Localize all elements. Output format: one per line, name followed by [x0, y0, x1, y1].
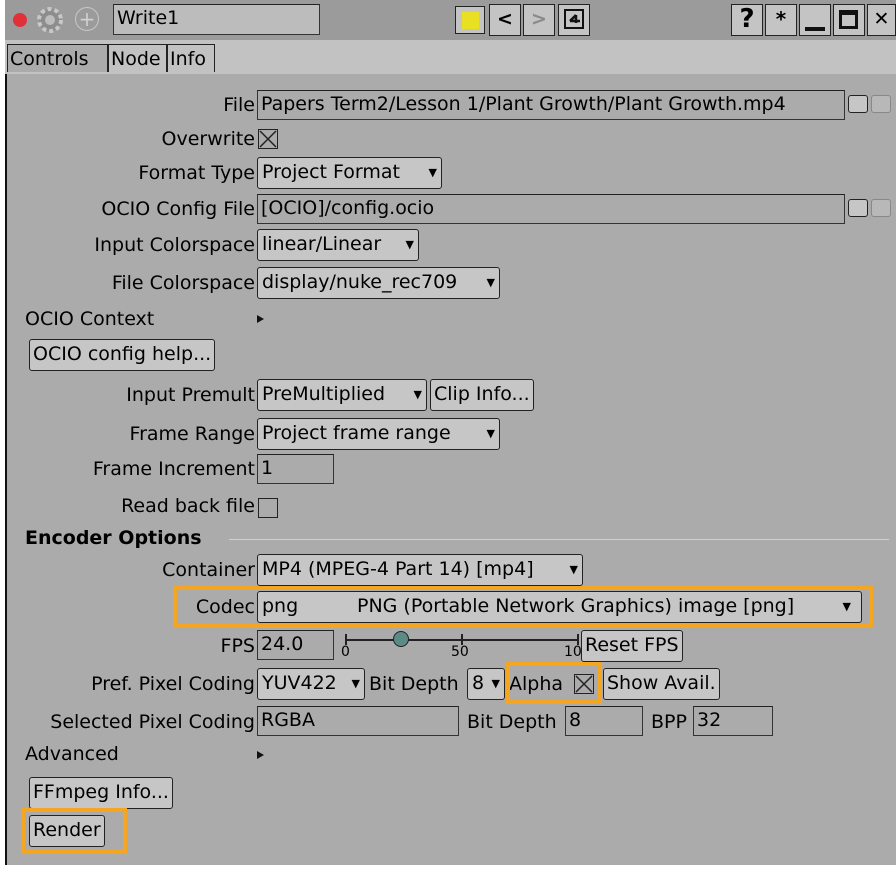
node-name-field[interactable]: Write1	[113, 4, 320, 35]
slider-thumb[interactable]	[392, 631, 409, 647]
format-type-dropdown[interactable]: Project Format ▼	[257, 157, 442, 189]
overwrite-checkbox[interactable]	[258, 129, 278, 149]
expand-arrow-icon[interactable]	[257, 315, 264, 323]
ocio-context-label: OCIO Context	[25, 308, 155, 330]
tab-controls[interactable]: Controls	[7, 44, 108, 72]
close-dot-icon[interactable]	[13, 13, 27, 27]
pref-pixel-coding-dropdown[interactable]: YUV422 ▼	[257, 668, 365, 700]
pref-pixel-coding-label: Pref. Pixel Coding	[91, 673, 255, 695]
read-back-checkbox[interactable]	[258, 498, 278, 518]
node-color-swatch[interactable]	[455, 6, 485, 34]
reset-fps-button[interactable]: Reset FPS	[581, 630, 683, 662]
input-premult-label: Input Premult	[126, 384, 255, 406]
redo-arrow-icon[interactable]: >	[523, 4, 555, 36]
selected-pixel-coding-label: Selected Pixel Coding	[50, 711, 255, 733]
revert-icon[interactable]	[558, 4, 590, 36]
frame-range-dropdown[interactable]: Project frame range ▼	[257, 418, 500, 450]
overwrite-label: Overwrite	[161, 128, 255, 150]
dropdown-arrow-icon: ▼	[351, 677, 360, 690]
tab-bar: Controls Node Info	[5, 40, 896, 74]
file-colorspace-label: File Colorspace	[111, 272, 255, 294]
node-properties-window: + Write1 < > ? * ✕ Controls Node Info Fi…	[5, 0, 896, 865]
format-type-label: Format Type	[138, 162, 255, 184]
show-avail-button[interactable]: Show Avail.	[603, 668, 720, 700]
dropdown-arrow-icon: ▼	[569, 563, 578, 576]
title-bar: + Write1 < > ? * ✕	[5, 0, 896, 40]
read-back-label: Read back file	[121, 495, 255, 517]
dropdown-arrow-icon: ▼	[486, 427, 495, 440]
expand-arrow-icon[interactable]	[257, 751, 264, 759]
fps-slider[interactable]: 0 50 100	[341, 630, 591, 664]
dropdown-arrow-icon: ▼	[491, 677, 500, 690]
encoder-options-heading: Encoder Options	[25, 527, 202, 549]
fps-label: FPS	[220, 635, 255, 657]
ffmpeg-info-button[interactable]: FFmpeg Info...	[29, 777, 173, 809]
dropdown-arrow-icon: ▼	[428, 166, 437, 179]
selected-bit-depth-value: 8	[565, 706, 643, 736]
bit-depth-label: Bit Depth	[369, 673, 459, 695]
bit-depth-dropdown[interactable]: 8 ▼	[467, 668, 505, 700]
frame-increment-label: Frame Increment	[92, 458, 255, 480]
file-label: File	[223, 94, 255, 116]
slider-tick-0: 0	[341, 644, 350, 660]
selected-bit-depth-label: Bit Depth	[467, 711, 557, 733]
container-dropdown[interactable]: MP4 (MPEG-4 Part 14) [mp4] ▼	[257, 554, 583, 586]
slider-tick-50: 50	[451, 644, 469, 660]
dropdown-arrow-icon: ▼	[486, 276, 495, 289]
reload-icon[interactable]	[871, 199, 891, 217]
input-premult-dropdown[interactable]: PreMultiplied ▼	[257, 379, 427, 411]
folder-browse-icon[interactable]	[848, 95, 868, 113]
file-path-input[interactable]: Papers Term2/Lesson 1/Plant Growth/Plant…	[257, 90, 845, 120]
folder-browse-icon[interactable]	[848, 199, 868, 217]
yellow-swatch-icon	[462, 12, 479, 29]
frame-range-label: Frame Range	[129, 423, 255, 445]
close-panel-icon[interactable]: ✕	[867, 4, 896, 36]
bpp-label: BPP	[651, 711, 687, 733]
tab-node[interactable]: Node	[108, 44, 167, 72]
maximize-icon[interactable]	[833, 4, 865, 36]
ocio-config-label: OCIO Config File	[101, 198, 255, 220]
ocio-config-help-button[interactable]: OCIO config help...	[29, 339, 216, 371]
tab-info[interactable]: Info	[167, 44, 215, 72]
undo-arrow-icon[interactable]: <	[489, 4, 521, 36]
file-colorspace-dropdown[interactable]: display/nuke_rec709 ▼	[257, 267, 500, 299]
section-divider	[229, 539, 889, 540]
ocio-config-input[interactable]: [OCIO]/config.ocio	[257, 194, 845, 224]
dropdown-arrow-icon: ▼	[405, 238, 414, 251]
codec-highlight	[173, 586, 873, 628]
reload-icon[interactable]	[871, 95, 891, 113]
frame-increment-input[interactable]: 1	[257, 454, 334, 484]
fps-input[interactable]: 24.0	[257, 630, 334, 660]
advanced-label: Advanced	[25, 743, 119, 765]
render-highlight	[21, 808, 127, 854]
bpp-value: 32	[693, 706, 773, 736]
selected-pixel-coding-value: RGBA	[257, 706, 459, 736]
add-knob-icon[interactable]: +	[75, 7, 99, 31]
controls-panel: File Papers Term2/Lesson 1/Plant Growth/…	[5, 74, 896, 865]
alpha-highlight	[506, 662, 602, 704]
minimize-icon[interactable]	[799, 4, 831, 36]
input-colorspace-label: Input Colorspace	[94, 234, 255, 256]
clip-info-button[interactable]: Clip Info...	[430, 379, 534, 411]
float-panel-icon[interactable]: *	[765, 4, 797, 36]
container-label: Container	[162, 559, 255, 581]
input-colorspace-dropdown[interactable]: linear/Linear ▼	[257, 229, 419, 261]
dropdown-arrow-icon: ▼	[413, 388, 422, 401]
help-icon[interactable]: ?	[731, 4, 763, 36]
node-settings-gear-icon[interactable]	[35, 4, 65, 36]
